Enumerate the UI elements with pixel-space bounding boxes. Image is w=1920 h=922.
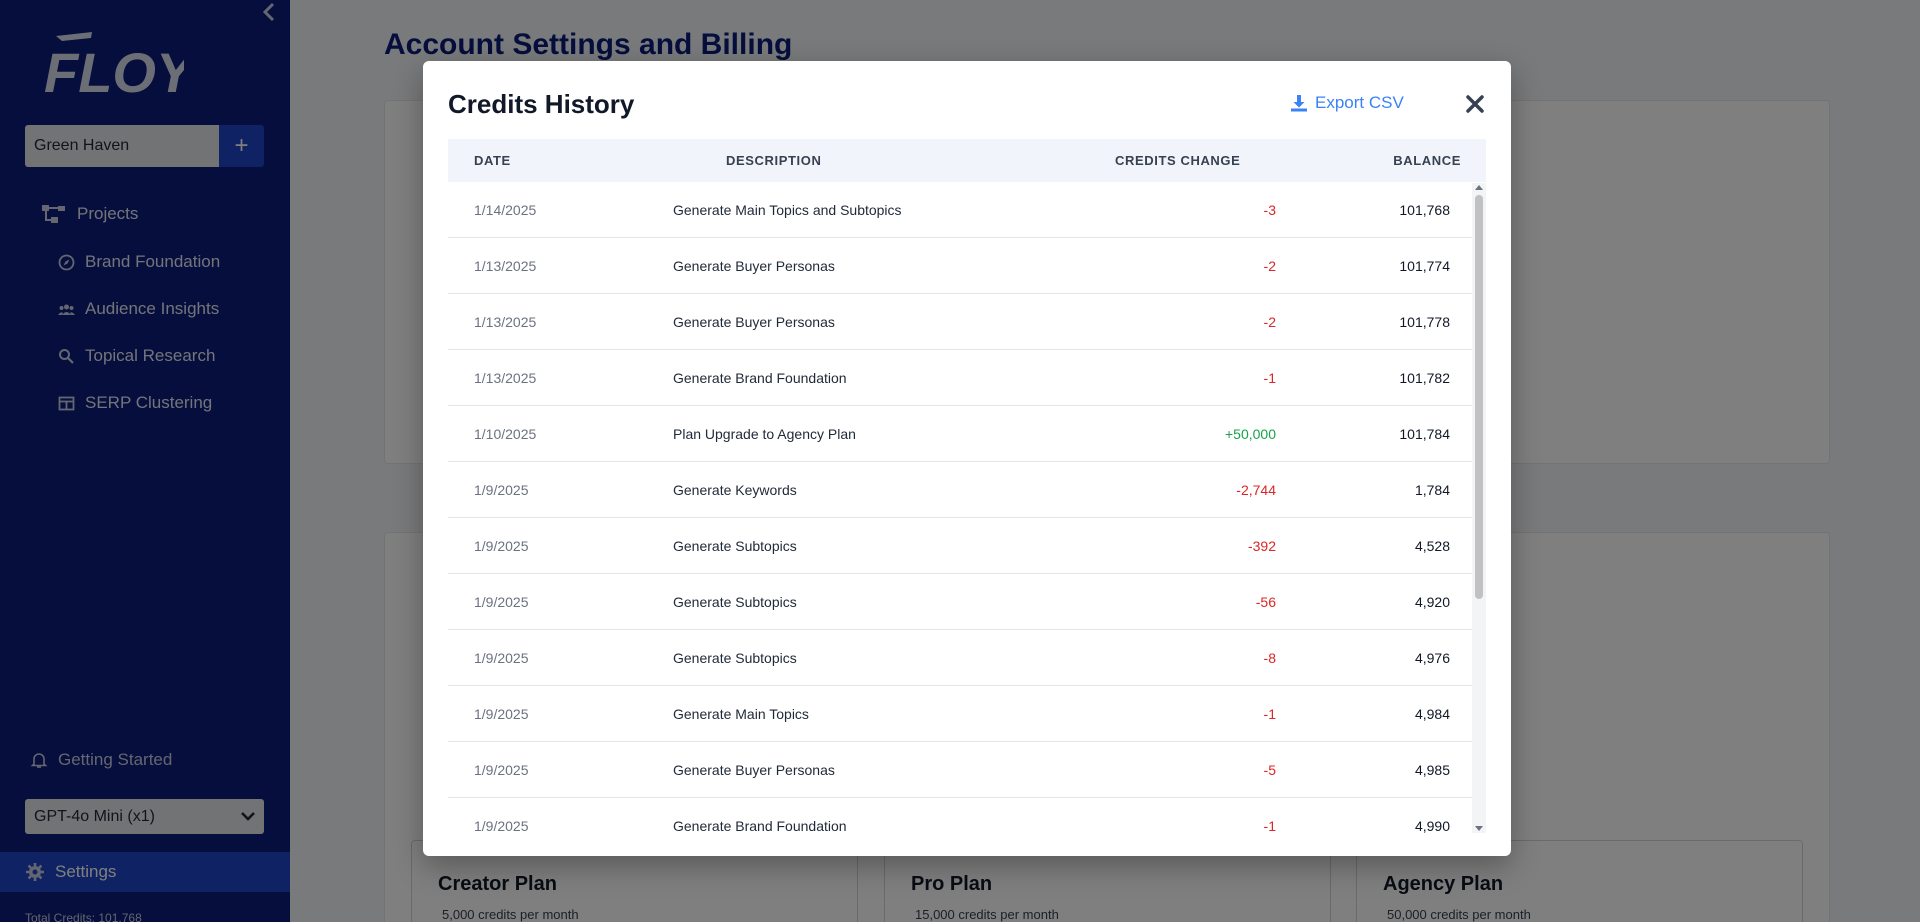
table-body: 1/14/2025 Generate Main Topics and Subtop… xyxy=(448,182,1486,833)
export-csv-label: Export CSV xyxy=(1315,93,1404,112)
table-row: 1/13/2025 Generate Buyer Personas -2 101,77… xyxy=(448,294,1475,350)
table-row: 1/13/2025 Generate Buyer Personas -2 101,77… xyxy=(448,238,1475,294)
download-icon xyxy=(1291,95,1307,112)
cell-balance: 101,782 xyxy=(1399,370,1450,386)
cell-date: 1/13/2025 xyxy=(474,258,537,274)
table-row: 1/9/2025 Generate Subtopics -8 4,976 xyxy=(448,630,1475,686)
cell-description: Generate Keywords xyxy=(673,482,797,498)
cell-description: Generate Main Topics xyxy=(673,706,809,722)
cell-date: 1/13/2025 xyxy=(474,314,537,330)
cell-balance: 101,784 xyxy=(1399,426,1450,442)
cell-date: 1/9/2025 xyxy=(474,538,529,554)
table-row: 1/9/2025 Generate Subtopics -392 4,528 xyxy=(448,518,1475,574)
cell-description: Generate Buyer Personas xyxy=(673,258,835,274)
scrollbar-thumb[interactable] xyxy=(1475,195,1483,599)
table-row: 1/9/2025 Generate Keywords -2,744 1,784 xyxy=(448,462,1475,518)
cell-balance: 4,990 xyxy=(1414,818,1450,833)
cell-date: 1/14/2025 xyxy=(474,202,537,218)
cell-date: 1/9/2025 xyxy=(474,818,529,833)
table-row: 1/13/2025 Generate Brand Foundation -1 101,… xyxy=(448,350,1475,406)
scroll-up-arrow-icon[interactable] xyxy=(1475,185,1483,190)
cell-date: 1/9/2025 xyxy=(474,594,529,610)
table-row: 1/9/2025 Generate Brand Foundation -1 4,990 xyxy=(448,798,1475,833)
cell-credits-change: -1 xyxy=(1263,706,1276,722)
cell-credits-change: -2,744 xyxy=(1236,482,1276,498)
column-header-description[interactable]: DESCRIPTION xyxy=(726,139,821,182)
column-header-credits-change[interactable]: CREDITS CHANGE xyxy=(1115,139,1240,182)
cell-description: Generate Subtopics xyxy=(673,594,797,610)
cell-date: 1/9/2025 xyxy=(474,706,529,722)
cell-date: 1/13/2025 xyxy=(474,370,537,386)
cell-credits-change: -2 xyxy=(1263,314,1276,330)
cell-description: Plan Upgrade to Agency Plan xyxy=(673,426,856,442)
close-icon xyxy=(1466,95,1484,113)
column-header-date[interactable]: DATE xyxy=(474,139,511,182)
cell-balance: 101,778 xyxy=(1399,314,1450,330)
cell-balance: 4,920 xyxy=(1414,594,1450,610)
cell-credits-change: -1 xyxy=(1263,370,1276,386)
cell-balance: 4,984 xyxy=(1414,706,1450,722)
cell-date: 1/10/2025 xyxy=(474,426,537,442)
table-header: DATE DESCRIPTION CREDITS CHANGE BALANCE xyxy=(448,139,1486,182)
table-row: 1/9/2025 Generate Subtopics -56 4,920 xyxy=(448,574,1475,630)
cell-description: Generate Subtopics xyxy=(673,538,797,554)
cell-description: Generate Brand Foundation xyxy=(673,370,847,386)
column-header-balance[interactable]: BALANCE xyxy=(1393,139,1461,182)
cell-credits-change: -2 xyxy=(1263,258,1276,274)
table-row: 1/14/2025 Generate Main Topics and Subtop… xyxy=(448,182,1475,238)
cell-balance: 101,768 xyxy=(1399,202,1450,218)
cell-balance: 1,784 xyxy=(1414,482,1450,498)
table-row: 1/9/2025 Generate Buyer Personas -5 4,985 xyxy=(448,742,1475,798)
cell-date: 1/9/2025 xyxy=(474,762,529,778)
table-row: 1/9/2025 Generate Main Topics -1 4,984 xyxy=(448,686,1475,742)
modal-title: Credits History xyxy=(448,89,635,119)
export-csv-button[interactable]: Export CSV xyxy=(1290,93,1404,113)
cell-credits-change: -56 xyxy=(1255,594,1276,610)
credits-history-modal: Credits History Export CSV DATE DESCRIPT… xyxy=(423,61,1511,856)
table-row: 1/10/2025 Plan Upgrade to Agency Plan +50,… xyxy=(448,406,1475,462)
cell-description: Generate Main Topics and Subtopics xyxy=(673,202,902,218)
cell-balance: 101,774 xyxy=(1399,258,1450,274)
cell-credits-change: -8 xyxy=(1263,650,1276,666)
cell-credits-change: +50,000 xyxy=(1225,426,1276,442)
cell-description: Generate Buyer Personas xyxy=(673,314,835,330)
cell-date: 1/9/2025 xyxy=(474,650,529,666)
cell-balance: 4,528 xyxy=(1414,538,1450,554)
cell-balance: 4,976 xyxy=(1414,650,1450,666)
close-modal-button[interactable] xyxy=(1460,89,1490,119)
cell-credits-change: -1 xyxy=(1263,818,1276,833)
cell-credits-change: -5 xyxy=(1263,762,1276,778)
cell-credits-change: -3 xyxy=(1263,202,1276,218)
cell-description: Generate Subtopics xyxy=(673,650,797,666)
cell-date: 1/9/2025 xyxy=(474,482,529,498)
scroll-down-arrow-icon[interactable] xyxy=(1475,826,1483,831)
cell-description: Generate Brand Foundation xyxy=(673,818,847,833)
cell-description: Generate Buyer Personas xyxy=(673,762,835,778)
cell-credits-change: -392 xyxy=(1247,538,1276,554)
cell-balance: 4,985 xyxy=(1414,762,1450,778)
table-scrollbar[interactable] xyxy=(1472,183,1486,833)
